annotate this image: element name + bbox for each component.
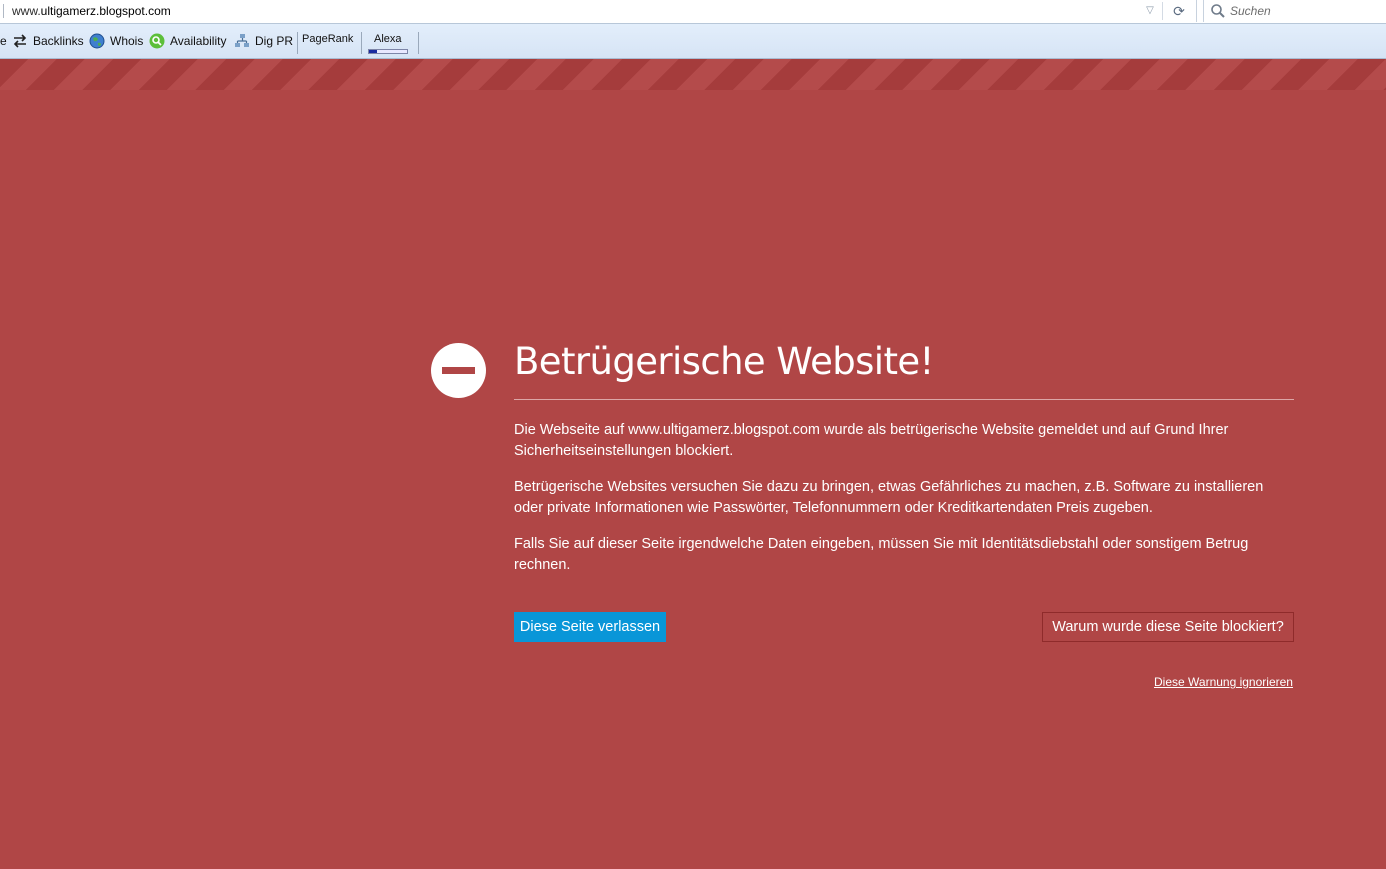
magnifier-green-icon (149, 33, 165, 49)
search-box[interactable]: Suchen (1203, 0, 1386, 22)
ignore-warning-link[interactable]: Diese Warnung ignorieren (1154, 675, 1293, 689)
toolbar-item-label: e (0, 34, 7, 48)
address-text[interactable]: www.ultigamerz.blogspot.com (12, 4, 171, 18)
title-divider (514, 399, 1294, 400)
alexa-rank-fill (369, 50, 377, 53)
toolbar-item-label: Backlinks (33, 34, 84, 48)
leave-page-button[interactable]: Diese Seite verlassen (514, 612, 666, 642)
why-blocked-button[interactable]: Warum wurde diese Seite blockiert? (1042, 612, 1294, 642)
warning-paragraph: Betrügerische Websites versuchen Sie daz… (514, 479, 1264, 516)
alexa-label[interactable]: Alexa (374, 33, 402, 45)
navigation-bar: www.ultigamerz.blogspot.com ▽ ⟳ Suchen (0, 0, 1386, 24)
arrows-exchange-icon (13, 34, 27, 48)
toolbar-item-backlinks[interactable]: Backlinks (12, 24, 84, 58)
alexa-rank-bar (368, 49, 408, 54)
reload-icon[interactable]: ⟳ (1168, 2, 1190, 20)
toolbar-item-dig-pr[interactable]: Dig PR (234, 24, 293, 58)
toolbar-separator (297, 32, 298, 54)
toolbar-item-label: Whois (110, 34, 144, 48)
address-domain: ultigamerz.blogspot.com (40, 4, 171, 18)
globe-icon (89, 33, 105, 49)
search-icon (1211, 4, 1225, 18)
toolbar-item-label: Availability (170, 34, 227, 48)
history-dropdown-icon[interactable]: ▽ (1141, 3, 1159, 19)
toolbar-item-availability[interactable]: Availability (149, 24, 226, 58)
search-input[interactable]: Suchen (1230, 4, 1271, 18)
address-prefix: www. (12, 4, 41, 18)
identity-box[interactable] (0, 4, 4, 18)
toolbar-item-label: Dig PR (255, 34, 294, 48)
warning-stripes (0, 59, 1386, 90)
toolbar-separator (418, 32, 419, 54)
seo-toolbar: e Backlinks Whois Availability Dig PR Pa… (0, 24, 1386, 59)
warning-paragraph: Falls Sie auf dieser Seite irgendwelche … (514, 536, 1249, 573)
toolbar-separator (361, 32, 362, 54)
toolbar-item-truncated[interactable]: e (0, 24, 7, 58)
toolbar-item-whois[interactable]: Whois (89, 24, 143, 58)
address-separator (1162, 2, 1163, 20)
warning-paragraph: Die Webseite auf www.ultigamerz.blogspot… (514, 422, 1229, 459)
network-icon (235, 34, 249, 47)
pagerank-label[interactable]: PageRank (302, 33, 353, 45)
address-bar[interactable]: www.ultigamerz.blogspot.com ▽ ⟳ (0, 0, 1197, 22)
blocked-icon (431, 343, 486, 398)
page-title: Betrügerische Website! (514, 340, 934, 383)
